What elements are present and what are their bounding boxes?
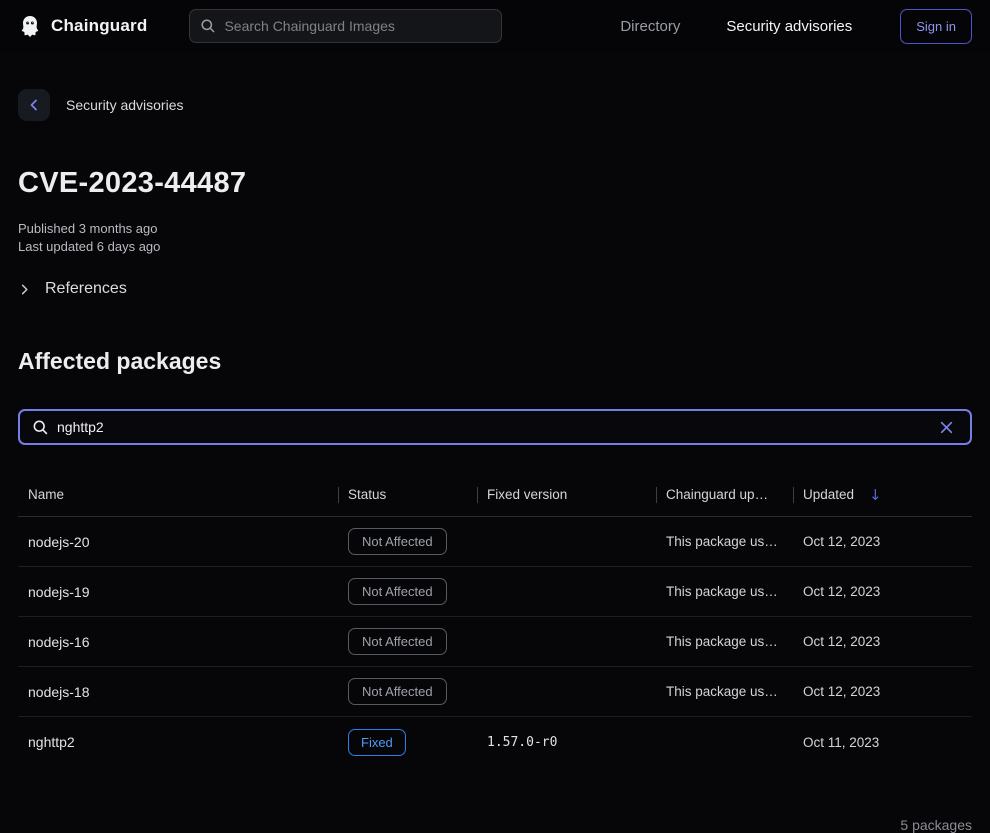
octopus-logo-icon (18, 14, 42, 38)
package-name: nghttp2 (18, 734, 338, 750)
column-header-chainguard-update[interactable]: Chainguard up… (656, 473, 793, 516)
table-row[interactable]: nghttp2 Fixed 1.57.0-r0 Oct 11, 2023 (18, 717, 972, 767)
chevron-right-icon (18, 283, 31, 296)
column-header-fixed-version[interactable]: Fixed version (477, 473, 656, 516)
chainguard-update: This package us… (656, 584, 793, 599)
package-search-input[interactable] (57, 419, 927, 435)
column-header-updated[interactable]: Updated ↓ (793, 473, 972, 516)
chainguard-update: This package us… (656, 634, 793, 649)
column-header-name[interactable]: Name (18, 473, 338, 516)
nav-directory[interactable]: Directory (620, 18, 680, 35)
column-header-status[interactable]: Status (338, 473, 477, 516)
updated-date: Oct 12, 2023 (793, 634, 972, 649)
table-row[interactable]: nodejs-16 Not Affected This package us… … (18, 617, 972, 667)
package-name: nodejs-16 (18, 634, 338, 650)
page-title: CVE-2023-44487 (18, 167, 972, 200)
main-content: Security advisories CVE-2023-44487 Publi… (0, 89, 990, 833)
brand-name: Chainguard (51, 16, 147, 36)
table-body: nodejs-20 Not Affected This package us… … (18, 517, 972, 767)
back-button[interactable] (18, 89, 50, 121)
table-row[interactable]: nodejs-20 Not Affected This package us… … (18, 517, 972, 567)
last-updated-date: Last updated 6 days ago (18, 238, 972, 256)
updated-label: Updated (803, 487, 854, 502)
status-badge: Not Affected (348, 578, 447, 605)
nav-security-advisories[interactable]: Security advisories (726, 18, 852, 35)
table-header-row: Name Status Fixed version Chainguard up…… (18, 473, 972, 517)
table-row[interactable]: nodejs-18 Not Affected This package us… … (18, 667, 972, 717)
search-icon (200, 18, 216, 34)
brand-logo[interactable]: Chainguard (18, 14, 147, 38)
breadcrumb: Security advisories (18, 89, 972, 121)
table-row[interactable]: nodejs-19 Not Affected This package us… … (18, 567, 972, 617)
top-nav: Directory Security advisories Sign in (620, 9, 972, 44)
close-icon (939, 420, 954, 435)
global-search[interactable] (189, 9, 502, 43)
global-search-input[interactable] (224, 18, 491, 34)
status-badge: Not Affected (348, 678, 447, 705)
sign-in-button[interactable]: Sign in (900, 9, 972, 44)
references-label: References (45, 280, 127, 298)
top-header: Chainguard Directory Security advisories… (0, 0, 990, 52)
clear-search-button[interactable] (935, 416, 958, 439)
affected-packages-table: Name Status Fixed version Chainguard up…… (18, 473, 972, 767)
updated-date: Oct 12, 2023 (793, 684, 972, 699)
status-badge: Fixed (348, 729, 406, 756)
sort-descending-icon[interactable]: ↓ (869, 486, 882, 504)
fixed-version: 1.57.0-r0 (477, 735, 656, 750)
status-badge: Not Affected (348, 528, 447, 555)
status-badge: Not Affected (348, 628, 447, 655)
updated-date: Oct 11, 2023 (793, 735, 972, 750)
breadcrumb-label: Security advisories (66, 97, 184, 113)
chainguard-update: This package us… (656, 684, 793, 699)
chevron-left-icon (27, 98, 41, 112)
affected-packages-heading: Affected packages (18, 348, 972, 375)
package-name: nodejs-18 (18, 684, 338, 700)
package-count: 5 packages (18, 817, 972, 833)
search-icon (32, 419, 49, 436)
chainguard-update: This package us… (656, 534, 793, 549)
package-name: nodejs-19 (18, 584, 338, 600)
package-search[interactable] (18, 409, 972, 445)
updated-date: Oct 12, 2023 (793, 584, 972, 599)
published-date: Published 3 months ago (18, 220, 972, 238)
cve-meta: Published 3 months ago Last updated 6 da… (18, 220, 972, 256)
references-toggle[interactable]: References (18, 280, 972, 298)
package-name: nodejs-20 (18, 534, 338, 550)
updated-date: Oct 12, 2023 (793, 534, 972, 549)
